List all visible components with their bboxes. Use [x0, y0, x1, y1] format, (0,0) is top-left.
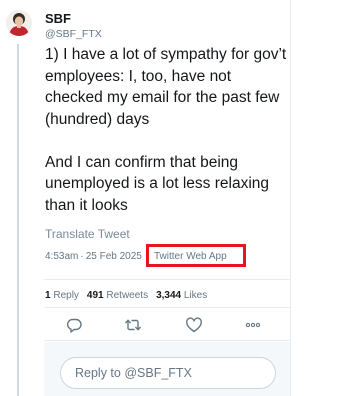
tweet-text: 1) I have a lot of sympathy for gov’t em…: [45, 44, 287, 216]
reply-input[interactable]: [60, 357, 276, 389]
replies-label: Reply: [53, 290, 79, 301]
author-handle[interactable]: @SBF_FTX: [45, 28, 102, 40]
replies-count: 1: [45, 290, 51, 301]
tweet-page: SBF @SBF_FTX 1) I have a lot of sympathy…: [0, 0, 341, 396]
translate-link[interactable]: Translate Tweet: [45, 227, 130, 241]
divider: [44, 340, 290, 341]
retweets-count: 491: [86, 290, 104, 301]
tweet-date: 25 Feb 2025: [85, 251, 142, 262]
divider: [44, 307, 290, 308]
tweet-paragraph: 1) I have a lot of sympathy for gov’t em…: [45, 46, 287, 128]
retweet-button[interactable]: [124, 316, 142, 334]
tweet-timestamp[interactable]: 4:53am · 25 Feb 2025: [45, 251, 142, 262]
like-button[interactable]: [185, 316, 203, 334]
tweet-paragraph: And I can confirm that being unemployed …: [45, 153, 270, 214]
more-icon: [245, 322, 261, 328]
tweet-source[interactable]: Twitter Web App: [154, 251, 227, 262]
like-icon: [186, 317, 202, 333]
likes-stat[interactable]: 3,344 Likes: [156, 290, 207, 301]
thread-line: [17, 44, 19, 396]
retweets-stat[interactable]: 491 Retweets: [87, 290, 148, 301]
tweet-stats: 1 Reply 491 Retweets 3,344 Likes: [45, 290, 207, 301]
reply-icon: [66, 318, 82, 333]
author-name[interactable]: SBF: [45, 11, 71, 26]
likes-count: 3,344: [156, 290, 182, 301]
likes-label: Likes: [183, 290, 208, 301]
replies-stat[interactable]: 1 Reply: [45, 290, 79, 301]
divider: [44, 279, 290, 280]
reply-button[interactable]: [65, 316, 83, 334]
avatar[interactable]: [6, 10, 32, 36]
tweet-time: 4:53am: [45, 251, 79, 262]
meta-separator: ·: [80, 251, 84, 262]
more-button[interactable]: [244, 316, 262, 334]
column-divider: [290, 0, 291, 396]
avatar-image: [6, 10, 32, 36]
retweets-label: Retweets: [106, 290, 149, 301]
retweet-icon: [125, 319, 141, 331]
